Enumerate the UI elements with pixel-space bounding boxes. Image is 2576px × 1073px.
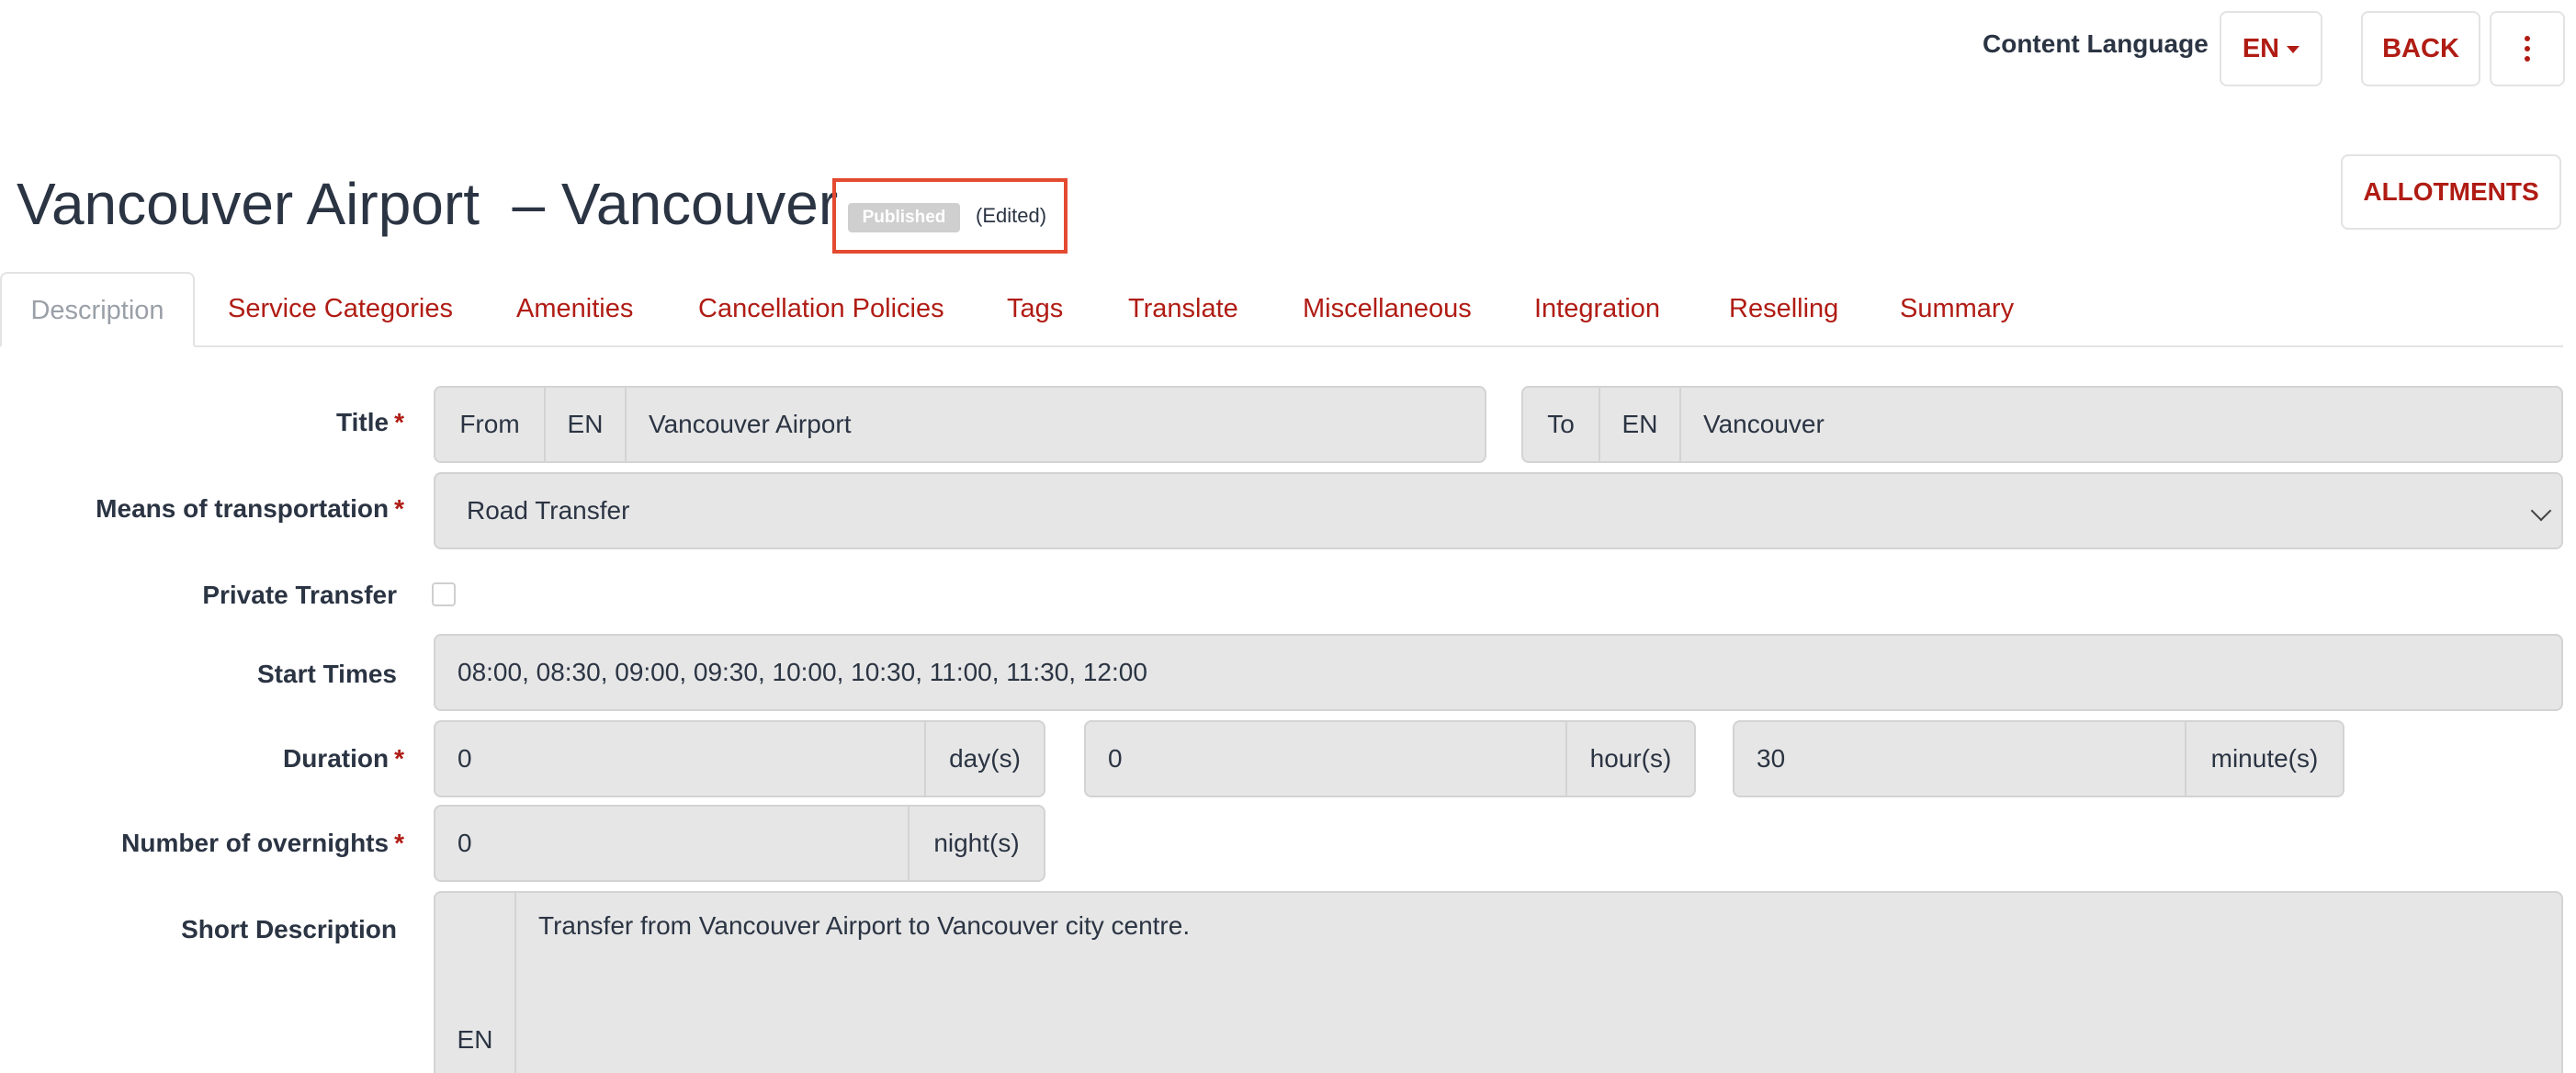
page-title: Vancouver Airport – Vancouver xyxy=(17,171,839,237)
tab-translate[interactable]: Translate xyxy=(1128,290,1238,347)
more-menu-button[interactable] xyxy=(2490,11,2565,86)
duration-hours-group: 0 hour(s) xyxy=(1084,720,1696,797)
tab-miscellaneous[interactable]: Miscellaneous xyxy=(1303,290,1472,347)
title-from-group: From EN Vancouver Airport xyxy=(434,386,1486,463)
tab-summary[interactable]: Summary xyxy=(1900,290,2014,347)
start-times-input[interactable]: 08:00, 08:30, 09:00, 09:30, 10:00, 10:30… xyxy=(434,634,2563,711)
short-description-group: EN Transfer from Vancouver Airport to Va… xyxy=(434,891,2563,1073)
from-lang-addon: EN xyxy=(546,388,627,461)
short-description-lang-addon: EN xyxy=(435,893,516,1073)
means-select[interactable]: Road Transfer xyxy=(434,472,2563,549)
chevron-down-icon xyxy=(2530,500,2552,522)
overnights-group: 0 night(s) xyxy=(434,805,1045,882)
short-description-label: Short Description xyxy=(181,915,397,943)
back-button[interactable]: BACK xyxy=(2361,11,2480,86)
caret-down-icon xyxy=(2287,46,2300,53)
tab-integration[interactable]: Integration xyxy=(1534,290,1660,347)
duration-label: Duration * xyxy=(282,744,404,773)
content-language-value: EN xyxy=(2242,33,2280,63)
nights-unit-addon: night(s) xyxy=(908,807,1044,880)
means-label: Means of transportation * xyxy=(96,494,404,523)
to-addon: To xyxy=(1523,388,1600,461)
start-times-label: Start Times xyxy=(257,660,397,688)
duration-days-input[interactable]: 0 xyxy=(458,722,472,796)
to-lang-addon: EN xyxy=(1600,388,1681,461)
overnights-label: Number of overnights * xyxy=(121,829,404,857)
duration-hours-input[interactable]: 0 xyxy=(1108,722,1123,796)
overnights-input[interactable]: 0 xyxy=(458,807,472,880)
minutes-unit-addon: minute(s) xyxy=(2185,722,2343,796)
content-language-label: Content Language xyxy=(1983,29,2209,58)
short-description-textarea[interactable]: Transfer from Vancouver Airport to Vanco… xyxy=(538,911,1190,941)
days-unit-addon: day(s) xyxy=(924,722,1044,796)
start-times-value: 08:00, 08:30, 09:00, 09:30, 10:00, 10:30… xyxy=(458,658,1147,686)
tab-amenities[interactable]: Amenities xyxy=(516,290,633,347)
private-transfer-label: Private Transfer xyxy=(202,581,397,609)
tab-reselling[interactable]: Reselling xyxy=(1729,290,1838,347)
allotments-button[interactable]: ALLOTMENTS xyxy=(2341,154,2561,230)
to-title-input[interactable]: Vancouver xyxy=(1703,388,1825,461)
tab-description[interactable]: Description xyxy=(0,272,195,347)
tab-cancellation-policies[interactable]: Cancellation Policies xyxy=(698,290,944,347)
vertical-dots-icon xyxy=(2525,46,2530,51)
means-select-value: Road Transfer xyxy=(467,496,630,525)
private-transfer-checkbox[interactable] xyxy=(432,582,456,606)
duration-days-group: 0 day(s) xyxy=(434,720,1045,797)
status-badge: Published xyxy=(848,203,960,232)
edited-label: (Edited) xyxy=(976,204,1047,227)
duration-minutes-input[interactable]: 30 xyxy=(1757,722,1785,796)
tab-service-categories[interactable]: Service Categories xyxy=(228,290,453,347)
title-label: Title * xyxy=(336,408,404,436)
from-title-input[interactable]: Vancouver Airport xyxy=(649,388,852,461)
vertical-dots-icon xyxy=(2525,56,2530,62)
content-language-dropdown[interactable]: EN xyxy=(2220,11,2322,86)
duration-minutes-group: 30 minute(s) xyxy=(1733,720,2344,797)
tab-tags[interactable]: Tags xyxy=(1007,290,1063,347)
title-to-group: To EN Vancouver xyxy=(1521,386,2563,463)
hours-unit-addon: hour(s) xyxy=(1565,722,1694,796)
from-addon: From xyxy=(435,388,546,461)
vertical-dots-icon xyxy=(2525,36,2530,41)
